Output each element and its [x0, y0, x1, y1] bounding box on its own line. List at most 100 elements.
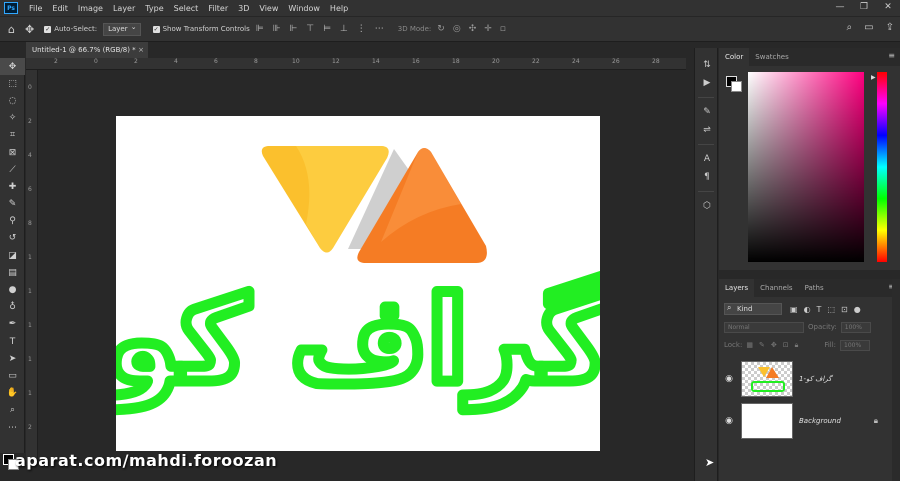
menu-filter[interactable]: Filter: [203, 4, 233, 13]
type-filter-icon[interactable]: T: [817, 305, 822, 314]
lock-all-icon[interactable]: 🔒︎: [795, 341, 799, 350]
align-center-icon[interactable]: ⊪: [273, 24, 281, 34]
tab-color[interactable]: Color: [719, 48, 750, 66]
pixel-filter-icon[interactable]: ▣: [790, 305, 798, 314]
type-tool-icon[interactable]: T: [0, 333, 25, 350]
character-icon[interactable]: A: [695, 150, 719, 168]
tab-swatches[interactable]: Swatches: [749, 48, 794, 66]
menu-window[interactable]: Window: [283, 4, 325, 13]
layer-name[interactable]: Background: [799, 417, 841, 425]
home-icon[interactable]: ⌂: [8, 23, 15, 36]
document-canvas[interactable]: گراف کو: [96, 116, 615, 451]
restore-button[interactable]: ❐: [852, 0, 876, 16]
crop-tool-icon[interactable]: ⌗: [0, 127, 25, 144]
lasso-tool-icon[interactable]: ◌: [0, 92, 25, 109]
stamp-tool-icon[interactable]: ⚲: [0, 213, 25, 230]
blur-tool-icon[interactable]: ●: [0, 281, 25, 298]
adjustment-filter-icon[interactable]: ◐: [804, 305, 811, 314]
color-picker-field[interactable]: [748, 72, 864, 262]
background-color-swatch[interactable]: [731, 81, 742, 92]
auto-select-checkbox[interactable]: ✓ Auto-Select:: [44, 25, 97, 33]
ruler-tick: 24: [572, 58, 580, 65]
visibility-eye-icon[interactable]: ◉: [719, 416, 739, 426]
3d-cube-icon[interactable]: ⬡: [695, 197, 719, 215]
close-tab-icon[interactable]: ×: [138, 42, 144, 58]
more-tools-icon[interactable]: ⋯: [0, 419, 25, 436]
distribute-icon[interactable]: ⋮: [357, 24, 366, 34]
menu-layer[interactable]: Layer: [108, 4, 140, 13]
menu-help[interactable]: Help: [325, 4, 353, 13]
smart-object-filter-icon[interactable]: ⊡: [841, 305, 848, 314]
share-icon[interactable]: ⇪: [886, 22, 894, 33]
minimize-button[interactable]: —: [828, 0, 852, 16]
align-top-icon[interactable]: ⊤: [306, 24, 314, 34]
dodge-tool-icon[interactable]: ♁: [0, 299, 25, 316]
lock-position-icon[interactable]: ✥: [771, 341, 777, 350]
tab-layers[interactable]: Layers: [719, 279, 755, 297]
eyedropper-icon[interactable]: ⟋: [0, 161, 25, 178]
menu-image[interactable]: Image: [73, 4, 108, 13]
menu-view[interactable]: View: [254, 4, 283, 13]
menu-3d[interactable]: 3D: [233, 4, 254, 13]
layer-row-background[interactable]: ◉ Background 🔒︎: [719, 401, 900, 441]
auto-select-dropdown[interactable]: Layer: [103, 22, 141, 36]
menu-type[interactable]: Type: [140, 4, 168, 13]
lock-transparency-icon[interactable]: ▦: [746, 341, 753, 350]
fill-input[interactable]: 100%: [840, 339, 871, 351]
healing-brush-icon[interactable]: ✚: [0, 178, 25, 195]
blend-mode-dropdown[interactable]: Normal: [724, 321, 804, 333]
kind-filter-dropdown[interactable]: Kind: [724, 303, 782, 315]
path-select-icon[interactable]: ➤: [0, 350, 25, 367]
layer-name[interactable]: گراف کو-1: [799, 375, 832, 383]
tab-paths[interactable]: Paths: [799, 279, 830, 297]
align-left-icon[interactable]: ⊫: [256, 24, 264, 34]
align-middle-icon[interactable]: ⊨: [323, 24, 331, 34]
tab-channels[interactable]: Channels: [754, 279, 798, 297]
brush-settings-icon[interactable]: ✎: [695, 103, 719, 121]
brush-tool-icon[interactable]: ✎: [0, 196, 25, 213]
shape-filter-icon[interactable]: ⬚: [827, 305, 835, 314]
search-icon[interactable]: ⌕: [847, 22, 853, 33]
menu-select[interactable]: Select: [169, 4, 204, 13]
show-transform-checkbox[interactable]: ✓ Show Transform Controls: [152, 25, 250, 33]
pen-tool-icon[interactable]: ✒: [0, 316, 25, 333]
marquee-tool-icon[interactable]: ⬚: [0, 75, 25, 92]
scale-icon[interactable]: ▫: [500, 24, 506, 34]
move-tool-icon[interactable]: ✥: [25, 23, 34, 36]
history-icon[interactable]: ⇅: [695, 56, 719, 74]
slide-icon[interactable]: ✛: [484, 24, 492, 34]
zoom-tool-icon[interactable]: ⌕: [0, 402, 25, 419]
menu-file[interactable]: File: [24, 4, 47, 13]
align-right-icon[interactable]: ⊩: [289, 24, 297, 34]
magic-wand-icon[interactable]: ✧: [0, 110, 25, 127]
hue-slider[interactable]: [877, 72, 887, 262]
move-tool-icon[interactable]: ✥: [0, 58, 25, 76]
align-bottom-icon[interactable]: ⊥: [340, 24, 348, 34]
paragraph-icon[interactable]: ¶: [695, 168, 719, 186]
hand-tool-icon[interactable]: ✋: [0, 385, 25, 402]
panel-menu-icon[interactable]: ≡: [888, 51, 895, 60]
workspace-icon[interactable]: ▭: [864, 22, 873, 33]
actions-play-icon[interactable]: ▶: [695, 74, 719, 92]
pan-icon[interactable]: ✣: [469, 24, 477, 34]
document-tab[interactable]: Untitled-1 @ 66.7% (RGB/8) * ×: [26, 42, 148, 58]
filter-toggle-icon[interactable]: ●: [854, 305, 861, 314]
close-window-button[interactable]: ✕: [876, 0, 900, 16]
hue-slider-handle-icon[interactable]: ▶: [871, 74, 876, 81]
menu-edit[interactable]: Edit: [47, 4, 73, 13]
history-brush-icon[interactable]: ↺: [0, 230, 25, 247]
orbit-icon[interactable]: ↻: [437, 24, 445, 34]
visibility-eye-icon[interactable]: ◉: [719, 374, 739, 384]
eraser-tool-icon[interactable]: ◪: [0, 247, 25, 264]
adjustments-icon[interactable]: ⇌: [695, 121, 719, 139]
lock-artboard-icon[interactable]: ⊡: [783, 341, 789, 350]
lock-pixels-icon[interactable]: ✎: [759, 341, 765, 350]
rectangle-tool-icon[interactable]: ▭: [0, 367, 25, 384]
distribute-h-icon[interactable]: ⋯: [375, 24, 384, 34]
gradient-tool-icon[interactable]: ▤: [0, 264, 25, 281]
roll-icon[interactable]: ◎: [453, 24, 461, 34]
layer-row[interactable]: ◉ گراف کو-1: [719, 359, 900, 399]
layers-scrollbar[interactable]: [892, 279, 900, 481]
frame-tool-icon[interactable]: ⊠: [0, 144, 25, 161]
opacity-input[interactable]: 100%: [840, 321, 871, 333]
